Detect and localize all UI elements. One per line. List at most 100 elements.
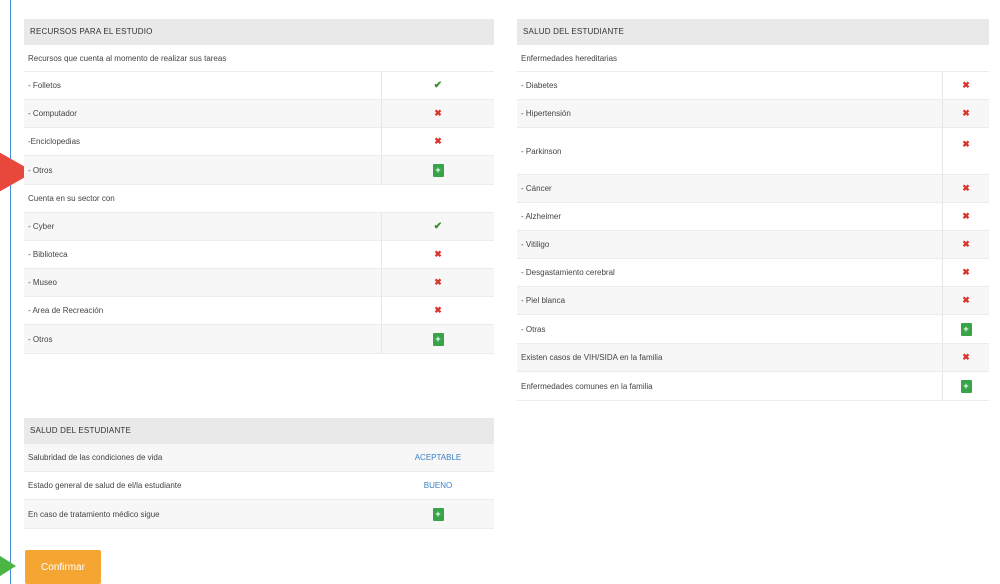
row-label: - Area de Recreación [28, 306, 104, 315]
student-health-panel: SALUD DEL ESTUDIANTE Enfermedades heredi… [517, 19, 989, 401]
cross-icon: ✖ [962, 183, 970, 193]
cross-icon: ✖ [434, 277, 442, 287]
row-label: - Cyber [28, 222, 55, 231]
status-cell: ✖ [381, 269, 494, 296]
row-label: - Otros [28, 165, 53, 175]
row-label: - Desgastamiento cerebral [521, 268, 615, 277]
status-cell: ✖ [381, 100, 494, 127]
status-cell: + [381, 325, 494, 353]
table-row: - Museo ✖ [24, 269, 494, 297]
confirm-button[interactable]: Confirmar [25, 550, 101, 584]
row-label: Salubridad de las condiciones de vida [28, 453, 163, 462]
row-label: Enfermedades comunes en la familia [521, 381, 653, 391]
row-label: - Museo [28, 278, 57, 287]
cross-icon: ✖ [962, 295, 970, 305]
table-row: - Piel blanca ✖ [517, 287, 989, 315]
status-cell: ✔ [381, 72, 494, 99]
table-row: - Biblioteca ✖ [24, 241, 494, 269]
status-cell: ✖ [381, 297, 494, 324]
section-label: Enfermedades hereditarias [517, 45, 989, 72]
cross-icon: ✖ [962, 108, 970, 118]
status-cell: ✖ [381, 128, 494, 155]
cross-icon: ✖ [434, 136, 442, 146]
table-row: - Hipertensión ✖ [517, 100, 989, 128]
table-row: - Cyber ✔ [24, 213, 494, 241]
table-row: Enfermedades comunes en la familia + [517, 372, 989, 401]
row-label: En caso de tratamiento médico sigue [28, 509, 160, 519]
add-other-sector-button[interactable]: + [432, 332, 444, 346]
table-row: Existen casos de VIH/SIDA en la familia … [517, 344, 989, 372]
row-label: - Alzheimer [521, 212, 562, 221]
row-label: - Vitiligo [521, 240, 550, 249]
panel-title: SALUD DEL ESTUDIANTE [517, 19, 989, 45]
study-resources-panel: RECURSOS PARA EL ESTUDIO Recursos que cu… [24, 19, 494, 354]
row-label: - Computador [28, 109, 77, 118]
row-label: Existen casos de VIH/SIDA en la familia [521, 353, 663, 362]
value-cell: ACEPTABLE [382, 444, 494, 471]
cross-icon: ✖ [434, 249, 442, 259]
cross-icon: ✖ [962, 239, 970, 249]
add-common-disease-button[interactable]: + [960, 379, 972, 393]
row-label: - Parkinson [521, 146, 562, 156]
cross-icon: ✖ [962, 139, 970, 149]
table-row: - Computador ✖ [24, 100, 494, 128]
status-cell: + [381, 156, 494, 184]
student-health-summary-panel: SALUD DEL ESTUDIANTE Salubridad de las c… [24, 418, 494, 529]
cross-icon: ✖ [962, 352, 970, 362]
table-row: - Diabetes ✖ [517, 72, 989, 100]
status-cell: ✖ [942, 100, 989, 127]
table-row: - Parkinson ✖ [517, 128, 989, 175]
table-row: - Vitiligo ✖ [517, 231, 989, 259]
row-label: - Otros [28, 334, 53, 344]
table-row: - Desgastamiento cerebral ✖ [517, 259, 989, 287]
row-label: - Otras [521, 324, 546, 334]
row-label: - Hipertensión [521, 109, 571, 118]
cross-icon: ✖ [434, 305, 442, 315]
status-cell: ✖ [942, 344, 989, 371]
table-row: Estado general de salud de el/la estudia… [24, 472, 494, 500]
table-row: - Cáncer ✖ [517, 175, 989, 203]
cross-icon: ✖ [962, 80, 970, 90]
cross-icon: ✖ [962, 211, 970, 221]
value-cell: BUENO [382, 472, 494, 499]
row-label: - Folletos [28, 81, 61, 90]
row-label: - Piel blanca [521, 296, 566, 305]
status-cell: ✔ [381, 213, 494, 240]
check-icon: ✔ [433, 80, 443, 91]
row-label: - Biblioteca [28, 250, 68, 259]
add-other-disease-button[interactable]: + [960, 322, 972, 336]
value-cell: + [382, 500, 494, 528]
cross-icon: ✖ [962, 267, 970, 277]
status-cell: ✖ [942, 287, 989, 314]
row-label: - Diabetes [521, 81, 558, 90]
table-row: -Enciclopedias ✖ [24, 128, 494, 156]
add-treatment-button[interactable]: + [432, 507, 444, 521]
table-row: - Otros + [24, 156, 494, 185]
row-label: Estado general de salud de el/la estudia… [28, 481, 182, 490]
check-icon: ✔ [433, 221, 443, 232]
row-label: -Enciclopedias [28, 137, 81, 146]
status-cell: + [942, 315, 989, 343]
table-row: - Otras + [517, 315, 989, 344]
add-other-resource-button[interactable]: + [432, 163, 444, 177]
green-arrow-indicator [0, 552, 16, 580]
cross-icon: ✖ [434, 108, 442, 118]
left-border-line [10, 0, 11, 584]
section-label: Recursos que cuenta al momento de realiz… [24, 45, 494, 72]
row-label: - Cáncer [521, 184, 552, 193]
status-cell: ✖ [942, 128, 989, 174]
table-row: Salubridad de las condiciones de vida AC… [24, 444, 494, 472]
status-cell: ✖ [942, 259, 989, 286]
status-cell: ✖ [942, 203, 989, 230]
status-cell: ✖ [942, 231, 989, 258]
living-conditions-value: ACEPTABLE [414, 453, 462, 462]
general-health-value: BUENO [423, 481, 453, 490]
table-row: - Alzheimer ✖ [517, 203, 989, 231]
status-cell: ✖ [381, 241, 494, 268]
status-cell: ✖ [942, 72, 989, 99]
table-row: - Area de Recreación ✖ [24, 297, 494, 325]
status-cell: + [942, 372, 989, 400]
table-row: - Otros + [24, 325, 494, 354]
table-row: En caso de tratamiento médico sigue + [24, 500, 494, 529]
table-row: - Folletos ✔ [24, 72, 494, 100]
